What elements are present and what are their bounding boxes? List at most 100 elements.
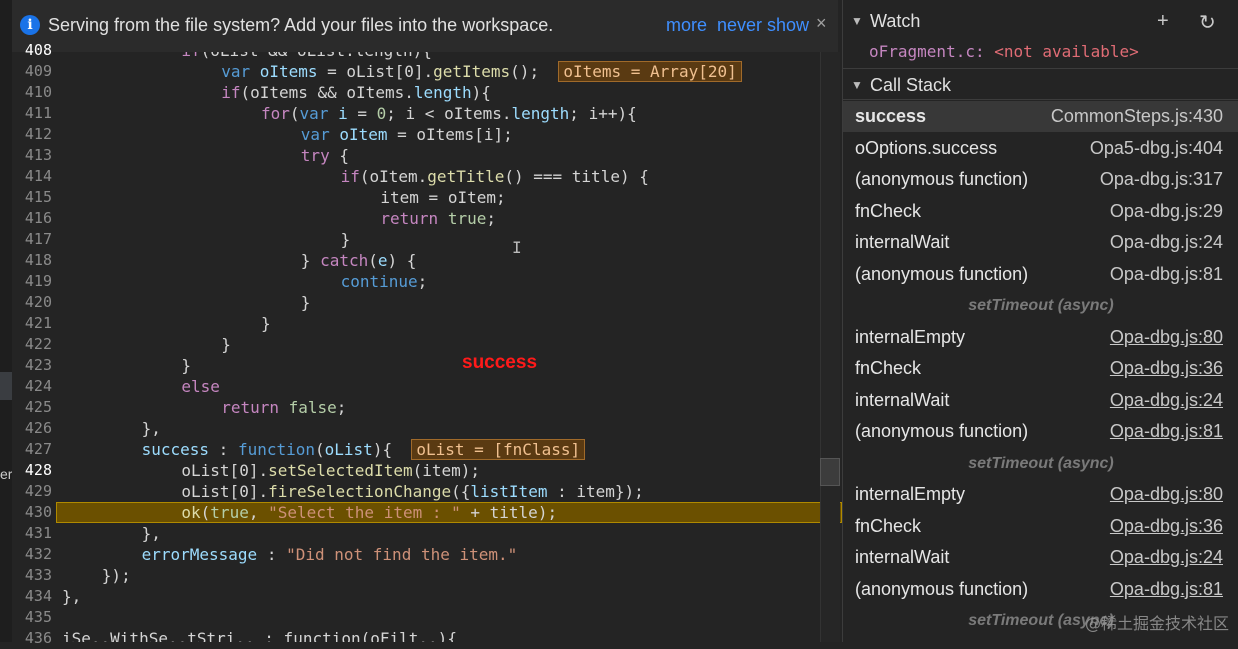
line-number[interactable]: 433 bbox=[12, 565, 56, 586]
infobar-more-link[interactable]: more bbox=[666, 15, 707, 36]
line-number[interactable]: 424 bbox=[12, 376, 56, 397]
code-line[interactable]: if(oItems && oItems.length){ bbox=[221, 82, 491, 103]
code-line[interactable]: try { bbox=[301, 145, 349, 166]
call-frame-location-link[interactable]: Opa5-dbg.js:404 bbox=[1090, 138, 1223, 159]
code-line[interactable]: for(var i = 0; i < oItems.length; i++){ bbox=[261, 103, 637, 124]
call-frame-location-link[interactable]: Opa-dbg.js:80 bbox=[1110, 327, 1223, 348]
code-line[interactable]: } bbox=[221, 334, 231, 355]
call-frame-location-link[interactable]: Opa-dbg.js:81 bbox=[1110, 264, 1223, 285]
call-frame[interactable]: (anonymous function) Opa-dbg.js:81 bbox=[843, 259, 1238, 290]
code-line[interactable]: } bbox=[341, 229, 351, 250]
call-frame-selected[interactable]: success CommonSteps.js:430 bbox=[843, 101, 1238, 132]
infobar-never-show-link[interactable]: never show bbox=[717, 15, 809, 36]
code-line[interactable]: }, bbox=[142, 523, 161, 544]
code-token: continue bbox=[340, 272, 418, 291]
breakpoint-line-number[interactable]: 428 bbox=[12, 460, 56, 481]
call-frame-location-link[interactable]: Opa-dbg.js:81 bbox=[1110, 579, 1223, 600]
call-frame[interactable]: internalEmpty Opa-dbg.js:80 bbox=[843, 479, 1238, 510]
call-frame[interactable]: oOptions.success Opa5-dbg.js:404 bbox=[843, 133, 1238, 164]
line-number[interactable]: 412 bbox=[12, 124, 56, 145]
add-watch-icon[interactable]: + bbox=[1157, 10, 1169, 33]
line-number[interactable]: 425 bbox=[12, 397, 56, 418]
call-frame[interactable]: internalWait Opa-dbg.js:24 bbox=[843, 542, 1238, 573]
line-number[interactable]: 413 bbox=[12, 145, 56, 166]
line-number[interactable]: 422 bbox=[12, 334, 56, 355]
call-frame[interactable]: (anonymous function) Opa-dbg.js:81 bbox=[843, 574, 1238, 605]
code-line[interactable]: } bbox=[261, 313, 271, 334]
call-frame-location-link[interactable]: Opa-dbg.js:36 bbox=[1110, 516, 1223, 537]
call-frame-location-link[interactable]: Opa-dbg.js:24 bbox=[1110, 390, 1223, 411]
line-number[interactable]: 416 bbox=[12, 208, 56, 229]
line-number[interactable]: 436 bbox=[12, 628, 56, 649]
line-number[interactable]: 431 bbox=[12, 523, 56, 544]
line-number[interactable]: 423 bbox=[12, 355, 56, 376]
line-number[interactable]: 419 bbox=[12, 271, 56, 292]
line-number-gutter[interactable]: 408 409 410 411 412 413 414 415 416 417 418 419 420 4… bbox=[12, 41, 56, 647]
line-number[interactable]: 426 bbox=[12, 418, 56, 439]
editor-scrollbar-thumb[interactable] bbox=[820, 458, 840, 486]
close-icon[interactable]: × bbox=[816, 13, 827, 34]
code-line[interactable]: oList[0].setSelectedItem(item); bbox=[181, 460, 480, 481]
call-frame[interactable]: (anonymous function) Opa-dbg.js:81 bbox=[843, 416, 1238, 447]
code-line[interactable]: ok(true, "Select the item : " + title); bbox=[181, 502, 557, 523]
call-frame-location-link[interactable]: Opa-dbg.js:81 bbox=[1110, 421, 1223, 442]
call-stack-section-header[interactable]: ▼ Call Stack bbox=[843, 70, 1238, 100]
code-line[interactable]: item = oItem; bbox=[380, 187, 505, 208]
call-frame[interactable]: (anonymous function) Opa-dbg.js:317 bbox=[843, 164, 1238, 195]
code-line[interactable]: var oItem = oItems[i]; bbox=[301, 124, 513, 145]
line-number[interactable]: 420 bbox=[12, 292, 56, 313]
code-line[interactable]: success : function(oList){ oList = [fnCl… bbox=[142, 439, 586, 460]
code-line[interactable]: }, bbox=[142, 418, 161, 439]
code-line[interactable]: if(oItem.getTitle() === title) { bbox=[341, 166, 649, 187]
call-frame-location-link[interactable]: Opa-dbg.js:29 bbox=[1110, 201, 1223, 222]
watch-expression[interactable]: oFragment.c: <not available> bbox=[869, 42, 1139, 61]
line-number[interactable]: 417 bbox=[12, 229, 56, 250]
line-number[interactable]: 421 bbox=[12, 313, 56, 334]
line-number[interactable]: 435 bbox=[12, 607, 56, 628]
code-line[interactable]: return false; bbox=[221, 397, 346, 418]
line-number[interactable]: 418 bbox=[12, 250, 56, 271]
call-frame-location-link[interactable]: Opa-dbg.js:80 bbox=[1110, 484, 1223, 505]
line-number[interactable]: 415 bbox=[12, 187, 56, 208]
source-code-editor[interactable]: if(oList && oList.length){var oItems = o… bbox=[56, 52, 842, 642]
call-frame-location-link[interactable]: Opa-dbg.js:317 bbox=[1100, 169, 1223, 190]
code-line[interactable]: continue; bbox=[341, 271, 428, 292]
code-line[interactable]: else bbox=[181, 376, 220, 397]
call-frame[interactable]: internalEmpty Opa-dbg.js:80 bbox=[843, 322, 1238, 353]
code-line[interactable]: } catch(e) { bbox=[301, 250, 417, 271]
call-frame[interactable]: fnCheck Opa-dbg.js:29 bbox=[843, 196, 1238, 227]
line-number[interactable]: 432 bbox=[12, 544, 56, 565]
line-number[interactable]: 411 bbox=[12, 103, 56, 124]
code-line[interactable]: }, bbox=[62, 586, 81, 607]
code-line[interactable]: } bbox=[181, 355, 191, 376]
refresh-icon[interactable]: ↻ bbox=[1199, 10, 1216, 35]
line-number[interactable]: 430 bbox=[12, 502, 56, 523]
code-line[interactable]: errorMessage : "Did not find the item." bbox=[142, 544, 518, 565]
call-frame-location-link[interactable]: Opa-dbg.js:24 bbox=[1110, 232, 1223, 253]
code-line[interactable]: return true; bbox=[380, 208, 496, 229]
call-frame-location-link[interactable]: Opa-dbg.js:24 bbox=[1110, 547, 1223, 568]
line-number[interactable]: 434 bbox=[12, 586, 56, 607]
code-token: = oItems[i]; bbox=[387, 125, 513, 144]
watch-section-header[interactable]: ▼ Watch + ↻ bbox=[843, 6, 1238, 36]
line-number[interactable]: 414 bbox=[12, 166, 56, 187]
call-frame-location-link[interactable]: Opa-dbg.js:36 bbox=[1110, 358, 1223, 379]
call-frame[interactable]: internalWait Opa-dbg.js:24 bbox=[843, 227, 1238, 258]
call-frame[interactable]: fnCheck Opa-dbg.js:36 bbox=[843, 511, 1238, 542]
line-number[interactable]: 409 bbox=[12, 61, 56, 82]
line-number[interactable]: 429 bbox=[12, 481, 56, 502]
line-number[interactable]: 427 bbox=[12, 439, 56, 460]
code-line[interactable]: iSe..WithSe..tStri.. : function(oFilt..)… bbox=[62, 628, 457, 642]
editor-scrollbar[interactable] bbox=[820, 52, 840, 642]
code-line[interactable]: } bbox=[301, 292, 311, 313]
call-frame[interactable]: fnCheck Opa-dbg.js:36 bbox=[843, 353, 1238, 384]
async-separator: setTimeout (async) bbox=[968, 297, 1114, 314]
breakpoint-line-number[interactable]: 408 bbox=[12, 40, 56, 61]
code-line[interactable]: }); bbox=[102, 565, 131, 586]
code-line[interactable]: oList[0].fireSelectionChange({listItem :… bbox=[181, 481, 643, 502]
code-line[interactable]: var oItems = oList[0].getItems(); oItems… bbox=[221, 61, 742, 82]
code-line[interactable]: if(oList && oList.length){ bbox=[181, 52, 431, 61]
line-number[interactable]: 410 bbox=[12, 82, 56, 103]
call-frame-location-link[interactable]: CommonSteps.js:430 bbox=[1051, 106, 1223, 127]
call-frame[interactable]: internalWait Opa-dbg.js:24 bbox=[843, 385, 1238, 416]
